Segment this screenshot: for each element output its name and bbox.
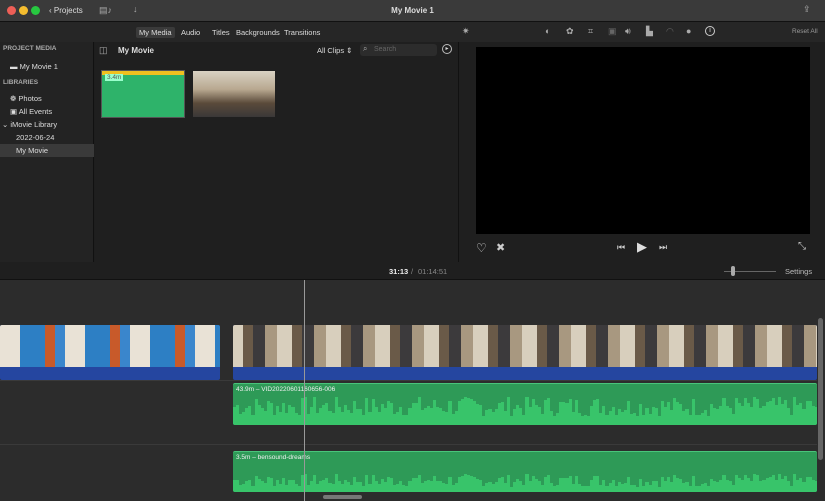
search-input[interactable]: ⌕ Search	[360, 44, 437, 56]
audio-waveform	[233, 396, 817, 425]
favorite-icon[interactable]: ♡	[476, 241, 487, 255]
timeline: 43.9m – VID20220601160656-006 3.5m – ben…	[0, 280, 825, 501]
timeline-settings-button[interactable]: Settings	[785, 267, 812, 276]
equalizer-icon[interactable]: ▙	[646, 26, 653, 37]
sidebar-item-label: My Movie 1	[19, 62, 58, 71]
adjustments-toolbar: ✷ ◐ ✿ ⌗ ▣ 🔊︎ ▙ ◠ ● i Reset All	[458, 22, 825, 42]
waveform-bar	[814, 481, 817, 492]
play-icon[interactable]: ▶	[637, 239, 647, 255]
sidebar-item-library[interactable]: ⌄ iMovie Library	[0, 118, 94, 131]
volume-icon[interactable]: 🔊︎	[625, 26, 631, 37]
window-title: My Movie 1	[391, 6, 434, 15]
tab-backgrounds[interactable]: Backgrounds	[233, 27, 283, 38]
clapper-icon: ▬	[10, 62, 18, 71]
sidebar-item-photos[interactable]: ❁ Photos	[0, 92, 94, 105]
audio-clip-label: 43.9m – VID20220601160656-006	[236, 386, 336, 393]
lane-divider	[0, 444, 817, 445]
sidebar-item-label: All Events	[18, 107, 53, 116]
clip-frames	[233, 325, 817, 367]
sidebar-item-label: iMovie Library	[10, 120, 58, 129]
tab-transitions[interactable]: Transitions	[281, 27, 323, 38]
photos-icon: ❁	[10, 94, 17, 103]
fullscreen-icon[interactable]: ⤡	[798, 241, 806, 252]
search-icon: ⌕	[363, 44, 368, 53]
media-clip-video[interactable]	[193, 71, 275, 117]
crop-icon[interactable]: ⌗	[588, 26, 593, 37]
zoom-slider-thumb[interactable]	[731, 266, 735, 276]
speed-icon[interactable]: ◠	[666, 26, 674, 37]
video-clip-2[interactable]	[233, 325, 817, 380]
music-waveform	[233, 474, 817, 492]
color-balance-icon[interactable]: ◐	[545, 26, 550, 36]
media-browser: ◫ My Movie All Clips ⇕ ⌕ Search ▸ 3.4m	[95, 42, 458, 262]
search-placeholder: Search	[374, 46, 397, 53]
timecode-separator: /	[411, 267, 414, 276]
total-duration: 01:14:51	[418, 267, 448, 276]
skip-forward-icon[interactable]: ⏭︎	[659, 242, 667, 253]
share-icon[interactable]: ⇪	[803, 4, 811, 15]
color-correction-icon[interactable]: ✿	[566, 26, 574, 37]
tab-my-media[interactable]: My Media	[136, 27, 175, 38]
sidebar-item-label: Photos	[18, 94, 42, 103]
magic-wand-icon[interactable]: ✷	[462, 26, 470, 37]
tab-audio[interactable]: Audio	[178, 27, 203, 38]
tab-titles[interactable]: Titles	[209, 27, 233, 38]
clip-duration: 3.4m	[105, 74, 124, 81]
media-tabs: My Media Audio Titles Backgrounds Transi…	[0, 22, 458, 42]
sidebar-item-event-date[interactable]: 2022-06-24	[0, 131, 94, 144]
vertical-scrollbar[interactable]	[818, 318, 823, 460]
media-clip-audio[interactable]: 3.4m	[101, 70, 185, 118]
stabilization-icon[interactable]: ▣	[608, 26, 617, 37]
browser-title: My Movie	[118, 46, 155, 55]
video-clip-1[interactable]	[0, 325, 220, 380]
sidebar-item-project[interactable]: ▬ My Movie 1	[0, 60, 94, 73]
clip-filter-dropdown[interactable]: All Clips ⇕	[317, 46, 352, 55]
sidebar: PROJECT MEDIA ▬ My Movie 1 LIBRARIES ❁ P…	[0, 42, 94, 262]
sidebar-item-all-events[interactable]: ▣ All Events	[0, 105, 94, 118]
video-preview	[476, 47, 810, 234]
music-clip-label: 3.5m – bensound-dreams	[236, 454, 311, 461]
libraries-header: LIBRARIES	[3, 79, 39, 86]
clip-frames	[0, 325, 220, 367]
viewer: ♡ ✖ ⏮︎ ▶ ⏭︎ ⤡	[458, 42, 825, 262]
sidebar-item-my-movie[interactable]: My Movie	[0, 144, 94, 157]
title-bar: ‹ Projects ▤♪ ↓ My Movie 1 ⇪	[0, 0, 825, 22]
sidebar-toggle-icon[interactable]: ◫	[99, 45, 108, 56]
info-icon[interactable]: i	[705, 26, 715, 36]
skip-back-icon[interactable]: ⏮︎	[617, 242, 625, 253]
lane-divider	[0, 380, 817, 381]
project-media-header: PROJECT MEDIA	[3, 45, 57, 52]
browser-options-button[interactable]: ▸	[442, 44, 452, 54]
reset-all-button[interactable]: Reset All	[792, 28, 818, 35]
current-timecode: 31:13	[389, 267, 409, 276]
filter-icon[interactable]: ●	[686, 26, 691, 36]
clip-filter-value: All Clips	[317, 46, 345, 55]
horizontal-scrollbar[interactable]	[323, 495, 362, 499]
waveform-bar	[814, 407, 817, 425]
reject-icon[interactable]: ✖	[496, 241, 505, 254]
star-icon: ▣	[10, 107, 18, 116]
music-clip[interactable]: 3.5m – bensound-dreams	[233, 451, 817, 492]
audio-clip[interactable]: 43.9m – VID20220601160656-006	[233, 383, 817, 425]
chevron-down-icon: ⌄	[2, 120, 9, 129]
playhead[interactable]	[304, 280, 305, 501]
timeline-header: 31:13 / 01:14:51 Settings	[0, 262, 825, 280]
